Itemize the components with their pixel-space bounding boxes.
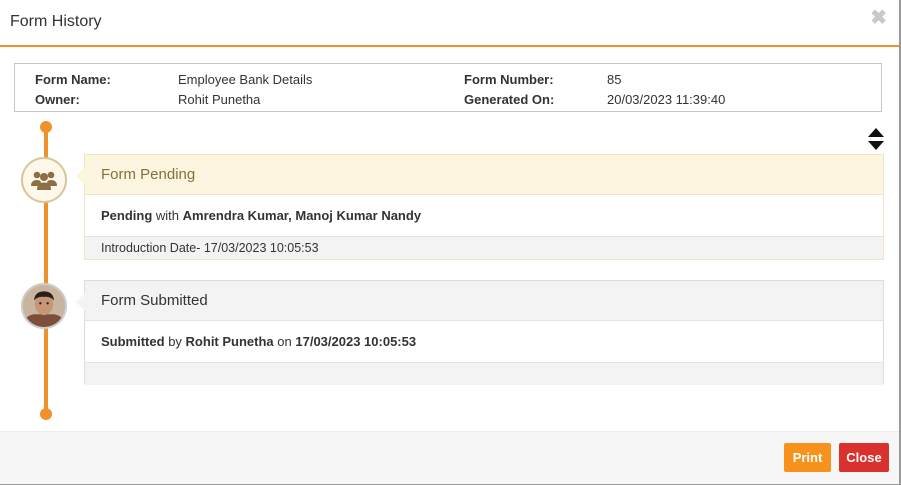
assignees-text: Amrendra Kumar, Manoj Kumar Nandy: [182, 208, 422, 223]
close-icon[interactable]: ✖: [870, 8, 887, 28]
timeline-start-dot: [40, 121, 52, 133]
form-number-value: 85: [607, 72, 622, 87]
owner-label: Owner:: [35, 92, 80, 107]
generated-on-value: 20/03/2023 11:39:40: [607, 92, 726, 107]
status-text: Pending: [101, 208, 153, 223]
form-number-label: Form Number:: [464, 72, 554, 87]
card-title: Form Submitted: [85, 281, 883, 321]
status-text: Submitted: [101, 334, 165, 349]
dialog-footer: Print Close: [0, 431, 899, 484]
card-body: Submitted by Rohit Punetha on 17/03/2023…: [85, 321, 883, 363]
dialog-title: Form History: [10, 13, 102, 30]
print-button[interactable]: Print: [784, 443, 831, 472]
form-name-value: Employee Bank Details: [178, 72, 313, 87]
card-pointer: [76, 167, 85, 185]
close-button[interactable]: Close: [839, 443, 889, 472]
group-icon: [21, 157, 67, 203]
card-footer: [85, 363, 883, 385]
connector-text: by: [168, 334, 182, 349]
on-text: on: [277, 334, 292, 349]
timeline-end-dot: [40, 408, 52, 420]
card-title: Form Pending: [85, 155, 883, 195]
owner-value: Rohit Punetha: [178, 92, 261, 107]
submitter-text: Rohit Punetha: [185, 334, 274, 349]
card-body: Pending with Amrendra Kumar, Manoj Kumar…: [85, 195, 883, 237]
form-name-label: Form Name:: [35, 72, 111, 87]
connector-text: with: [155, 208, 180, 223]
generated-on-label: Generated On:: [464, 92, 555, 107]
sort-icon[interactable]: [866, 126, 886, 152]
user-photo: [21, 283, 67, 329]
timeline-card-pending: Form Pending Pending with Amrendra Kumar…: [76, 154, 884, 260]
form-history-dialog: Form History ✖ Form Name: Employee Bank …: [0, 0, 901, 485]
card-pointer: [76, 293, 85, 311]
submitted-date: 17/03/2023 10:05:53: [295, 334, 417, 349]
form-info-panel: Form Name: Employee Bank Details Owner: …: [14, 63, 882, 112]
dialog-header: Form History ✖: [0, 0, 899, 47]
timeline-card-submitted: Form Submitted Submitted by Rohit Puneth…: [76, 280, 884, 385]
introduction-date: Introduction Date- 17/03/2023 10:05:53: [85, 237, 883, 259]
